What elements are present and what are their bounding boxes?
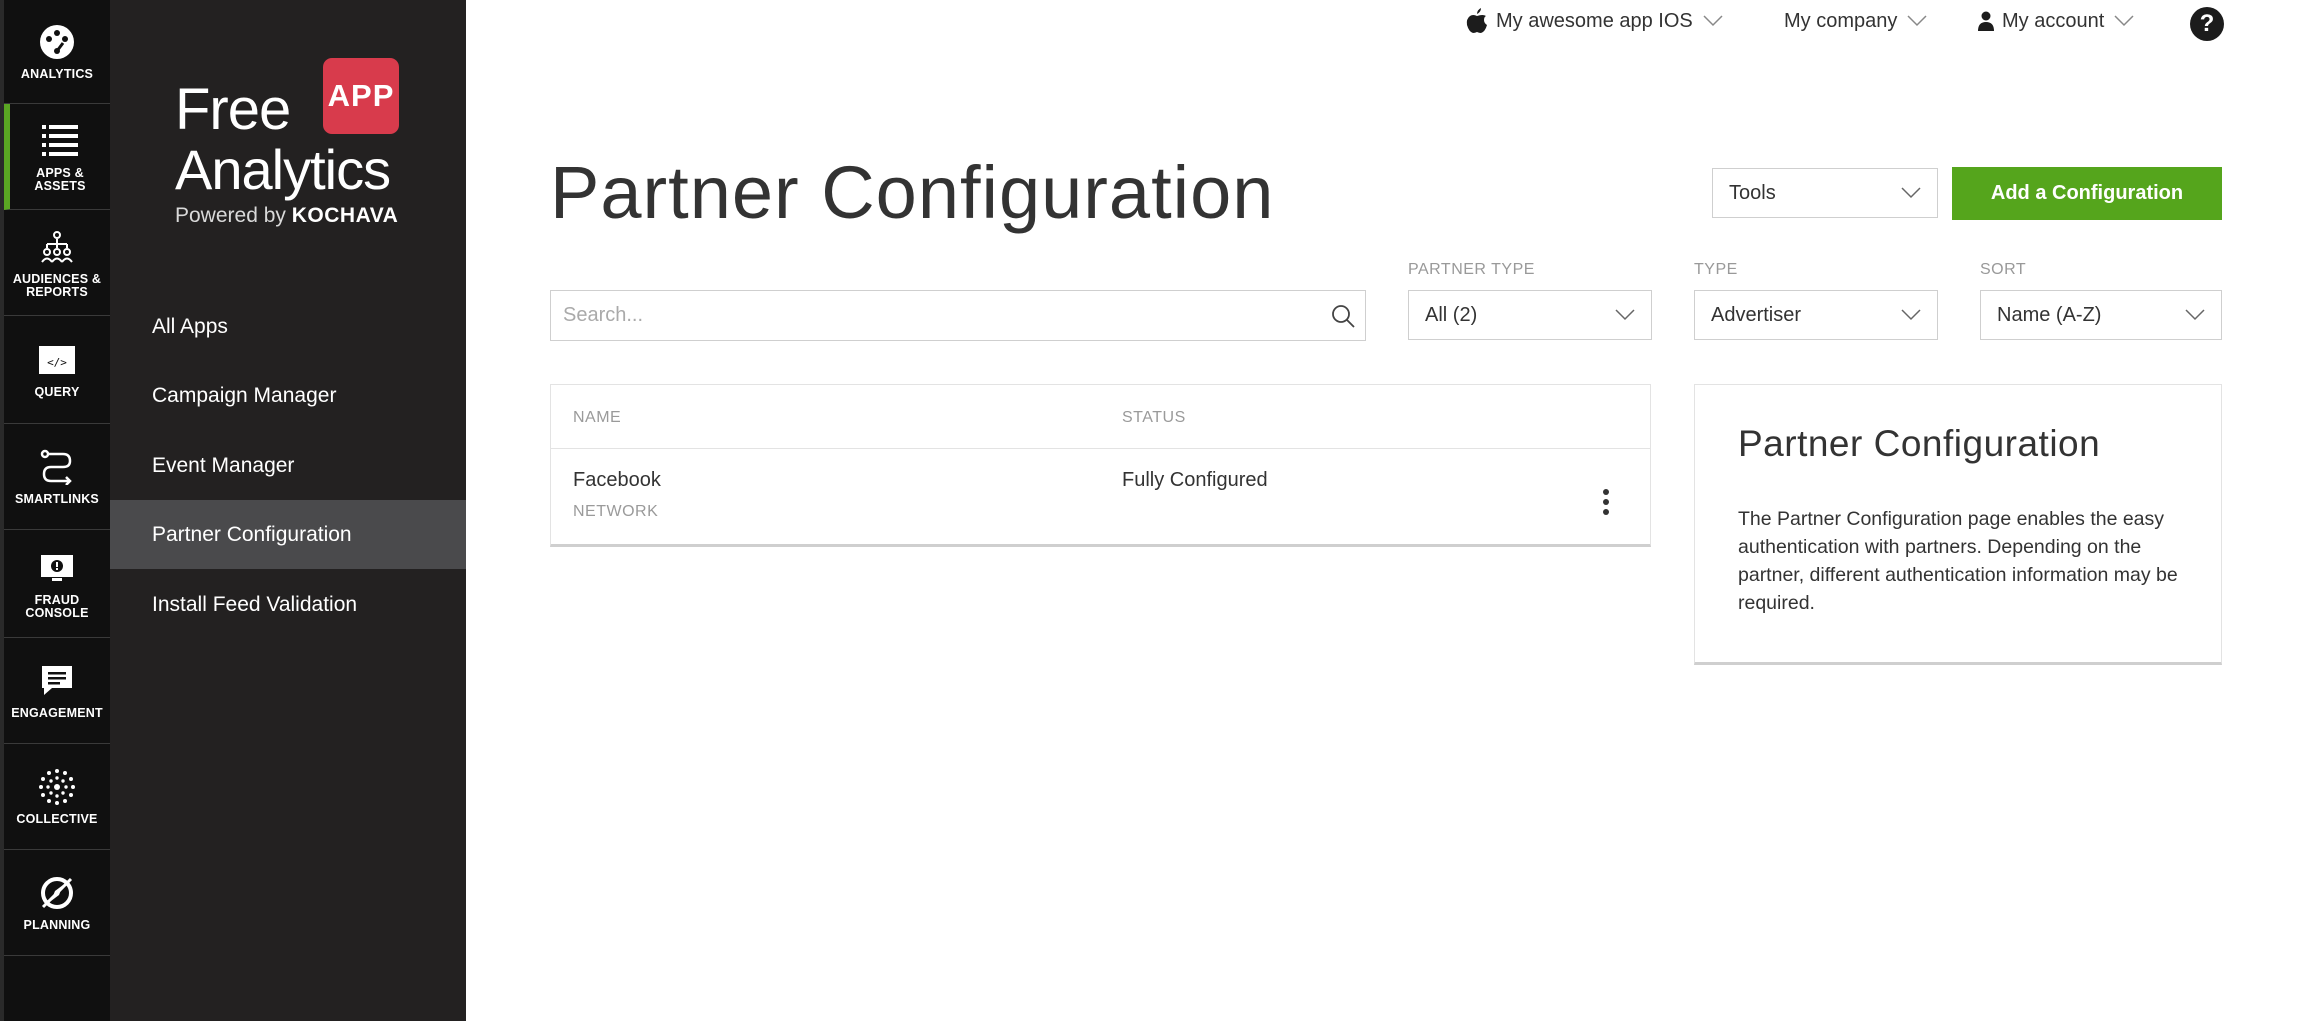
chevron-down-icon [1901,187,1921,199]
rail-label: ENGAGEMENT [11,706,103,720]
link-path-icon [37,447,77,487]
sort-value: Name (A-Z) [1997,303,2102,326]
tools-dropdown-label: Tools [1729,181,1776,204]
type-label: TYPE [1694,261,1738,278]
rail-fraud-console[interactable]: FRAUD CONSOLE [4,530,110,638]
sort-label: SORT [1980,261,2027,278]
chevron-down-icon [1901,309,1921,321]
rail-label: ANALYTICS [20,67,94,81]
more-options-icon[interactable] [1596,485,1616,519]
rail-label: QUERY [34,385,80,399]
sidenav-item-label: Install Feed Validation [152,592,358,616]
powered-by-brand: KOCHAVA [291,204,399,227]
alert-monitor-icon [37,548,77,588]
people-tree-icon [37,227,77,267]
brand-word-free: Free [175,77,291,142]
rail-planning[interactable]: PLANNING [4,850,110,956]
palette-gauge-icon [37,22,77,62]
sidenav-item-event-manager[interactable]: Event Manager [110,431,466,500]
sidenav-item-install-feed-validation[interactable]: Install Feed Validation [110,570,466,639]
search-icon[interactable] [1321,304,1365,328]
sort-dropdown[interactable]: Name (A-Z) [1980,290,2222,340]
header-divider [551,448,1650,449]
apple-icon [1466,8,1488,34]
compass-icon [37,873,77,913]
account-menu-label: My account [2002,9,2105,32]
sidenav-item-all-apps[interactable]: All Apps [110,292,466,361]
partner-status: Fully Configured [1122,469,1268,491]
company-selector[interactable]: My company [1784,6,1927,36]
brand-logo[interactable]: Free APP Analytics Powered by KOCHAVA [175,58,415,238]
dots-circle-icon [37,767,77,807]
help-icon[interactable]: ? [2190,7,2224,41]
sidenav-item-label: Event Manager [152,453,295,477]
chevron-down-icon [1907,15,1927,27]
page-title: Partner Configuration [550,151,1275,234]
chevron-down-icon [1703,15,1723,27]
svg-text:</>: </> [47,356,67,369]
user-icon [1978,11,1994,31]
type-dropdown[interactable]: Advertiser [1694,290,1938,340]
app-selector-label: My awesome app IOS [1496,9,1693,32]
partner-type-label: PARTNER TYPE [1408,261,1535,278]
icon-rail: ANALYTICS APPS & ASSETS AUDIENCES & REPO… [0,0,110,1021]
rail-apps-assets[interactable]: APPS & ASSETS [4,104,110,210]
side-nav: Free APP Analytics Powered by KOCHAVA Al… [110,0,466,1021]
rail-label: APPS & ASSETS [34,165,86,193]
rail-collective[interactable]: COLLECTIVE [4,744,110,850]
chat-bubble-icon [37,661,77,701]
app-badge: APP [323,58,399,134]
column-header-status: STATUS [1122,409,1186,426]
rail-label: PLANNING [23,918,91,932]
sidenav-item-campaign-manager[interactable]: Campaign Manager [110,361,466,430]
column-header-name: NAME [573,409,622,426]
brand-word-analytics: Analytics [175,138,391,201]
list-icon [40,121,80,161]
rail-audiences-reports[interactable]: AUDIENCES & REPORTS [4,210,110,316]
app-selector[interactable]: My awesome app IOS [1466,6,1723,36]
search-field [550,290,1366,341]
partner-kind: NETWORK [573,503,659,520]
search-input[interactable] [551,291,1321,340]
partner-type-value: All (2) [1425,303,1478,326]
chevron-down-icon [2114,15,2134,27]
rail-label: FRAUD CONSOLE [25,592,89,620]
rail-label: AUDIENCES & REPORTS [12,271,102,299]
info-card: Partner Configuration The Partner Config… [1694,384,2222,665]
code-window-icon: </> [37,340,77,380]
info-card-body: The Partner Configuration page enables t… [1738,508,2178,614]
powered-by-text: Powered by [175,204,286,227]
rail-analytics[interactable]: ANALYTICS [4,0,110,104]
sidenav-item-label: All Apps [152,314,228,338]
partner-name[interactable]: Facebook [573,469,661,492]
chevron-down-icon [2185,309,2205,321]
info-card-title: Partner Configuration [1738,423,2101,464]
chevron-down-icon [1615,309,1635,321]
rail-label: COLLECTIVE [16,812,98,826]
partner-type-dropdown[interactable]: All (2) [1408,290,1652,340]
sidenav-item-label: Campaign Manager [152,383,337,407]
rail-label: SMARTLINKS [15,492,99,506]
rail-query[interactable]: </> QUERY [4,316,110,424]
sidenav-item-partner-configuration[interactable]: Partner Configuration [110,500,466,569]
powered-by: Powered by KOCHAVA [175,204,398,228]
rail-smartlinks[interactable]: SMARTLINKS [4,424,110,530]
partner-table: NAME STATUS Facebook NETWORK Fully Confi… [550,384,1651,547]
sidenav-item-label: Partner Configuration [152,522,352,546]
type-value: Advertiser [1711,303,1802,326]
rail-engagement[interactable]: ENGAGEMENT [4,638,110,744]
company-selector-label: My company [1784,9,1898,32]
account-menu[interactable]: My account [1978,6,2134,36]
add-configuration-button[interactable]: Add a Configuration [1952,167,2222,220]
tools-dropdown[interactable]: Tools [1712,168,1938,218]
